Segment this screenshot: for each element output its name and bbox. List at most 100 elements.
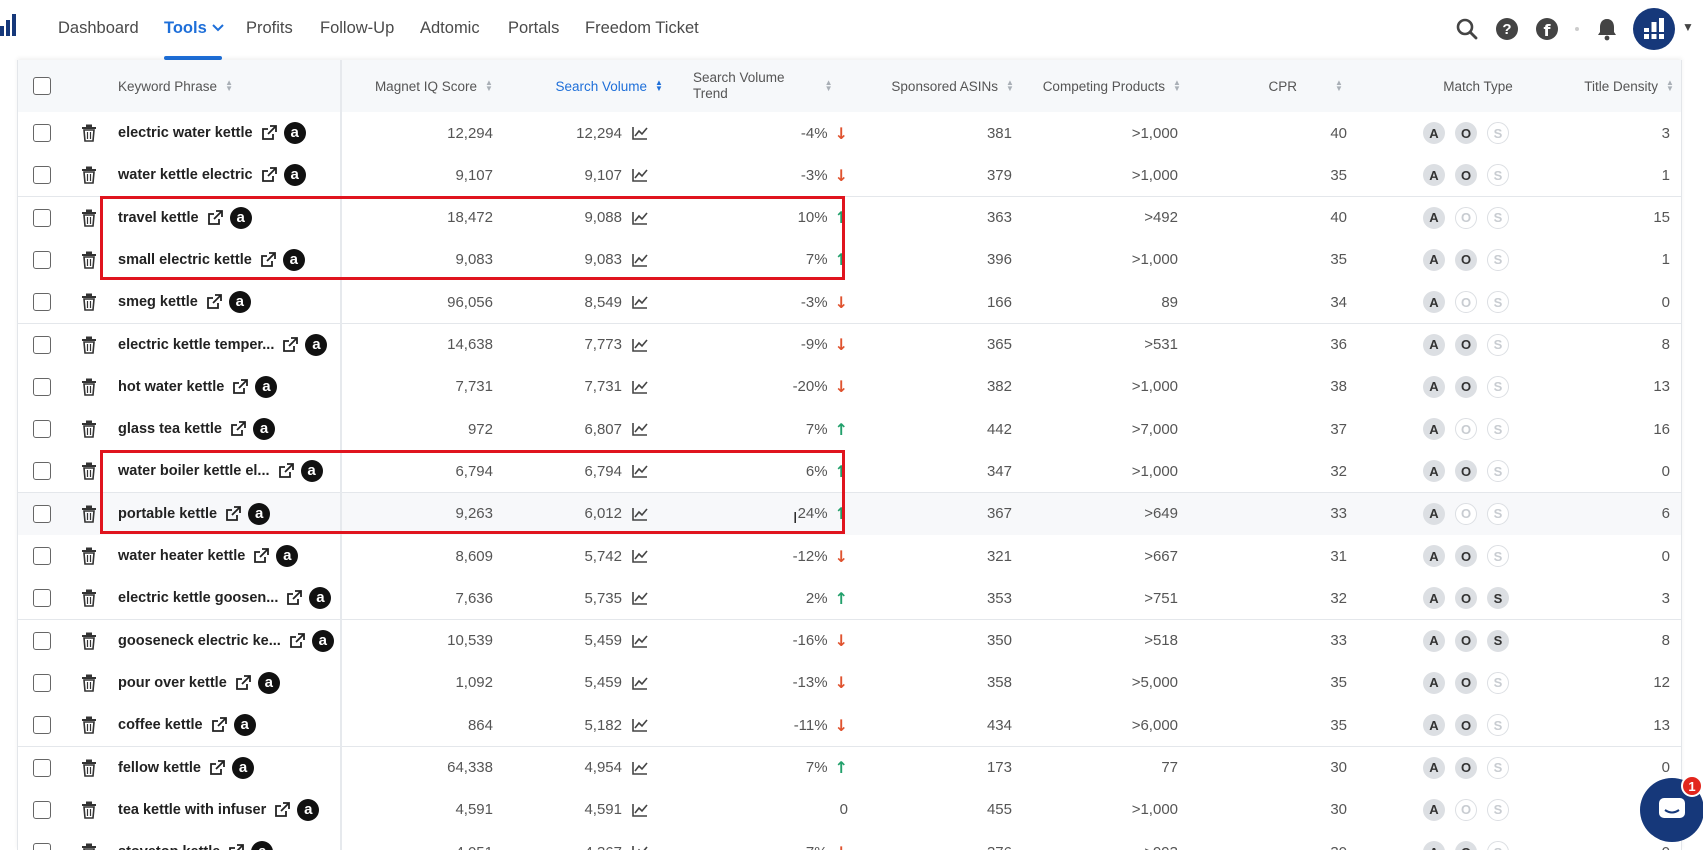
row-checkbox[interactable]	[33, 800, 51, 819]
keyword-phrase[interactable]: water heater kettle	[118, 548, 245, 564]
external-link-icon[interactable]	[274, 801, 291, 818]
external-link-icon[interactable]	[232, 378, 249, 395]
search-icon[interactable]	[1454, 16, 1480, 42]
external-link-icon[interactable]	[289, 632, 305, 649]
match-type-s-toggle[interactable]: S	[1487, 418, 1509, 441]
table-row[interactable]: portable kettle a 9,263 6,012 24% ↑ 367 >649 33 A…	[18, 492, 1681, 536]
row-checkbox[interactable]	[33, 547, 51, 565]
external-link-icon[interactable]	[261, 167, 277, 183]
row-checkbox[interactable]	[33, 462, 51, 481]
match-type-o-toggle[interactable]: O	[1455, 629, 1477, 652]
table-row[interactable]: gooseneck electric ke... a 10,539 5,459 -16%…	[18, 619, 1681, 663]
keyword-phrase[interactable]: electric kettle temper...	[118, 337, 274, 353]
match-type-s-toggle[interactable]: S	[1487, 629, 1509, 652]
match-type-a-toggle[interactable]: A	[1423, 291, 1445, 314]
row-checkbox[interactable]	[33, 124, 51, 142]
chart-line-icon[interactable]	[632, 549, 648, 563]
match-type-a-toggle[interactable]: A	[1423, 841, 1445, 850]
amazon-icon[interactable]: a	[252, 418, 275, 441]
match-type-a-toggle[interactable]: A	[1423, 418, 1445, 441]
match-type-a-toggle[interactable]: A	[1423, 122, 1445, 144]
row-checkbox[interactable]	[33, 250, 51, 269]
row-checkbox[interactable]	[33, 335, 51, 354]
amazon-icon[interactable]: a	[255, 375, 278, 398]
amazon-icon[interactable]: a	[232, 756, 254, 779]
keyword-phrase[interactable]: gooseneck electric ke...	[118, 633, 281, 649]
amazon-icon[interactable]: a	[311, 629, 334, 652]
amazon-icon[interactable]: a	[309, 587, 332, 610]
external-link-icon[interactable]	[209, 759, 225, 776]
chart-line-icon[interactable]	[632, 803, 648, 817]
table-row[interactable]: hot water kettle a 7,731 7,731 -20% ↓ 382 >1,00…	[18, 365, 1681, 409]
trash-icon[interactable]	[81, 378, 97, 396]
keyword-phrase[interactable]: glass tea kettle	[118, 421, 222, 437]
amazon-icon[interactable]: a	[228, 291, 251, 314]
amazon-icon[interactable]: a	[248, 502, 271, 525]
match-type-o-toggle[interactable]: O	[1455, 587, 1477, 610]
header-search-volume[interactable]: Search Volume ▲ ▼	[508, 60, 663, 112]
match-type-o-toggle[interactable]: O	[1455, 333, 1477, 356]
table-row[interactable]: water heater kettle a 8,609 5,742 -12% ↓ 321 >6…	[18, 535, 1681, 578]
keyword-phrase[interactable]: travel kettle	[118, 210, 199, 226]
row-checkbox[interactable]	[33, 504, 51, 523]
trash-icon[interactable]	[81, 209, 97, 227]
table-row[interactable]: coffee kettle a 864 5,182 -11% ↓ 434 >6,000 35 A O…	[18, 704, 1681, 748]
amazon-icon[interactable]: a	[276, 545, 299, 567]
table-row[interactable]: small electric kettle a 9,083 9,083 7% ↑ 396 >1…	[18, 238, 1681, 282]
trash-icon[interactable]	[81, 632, 97, 650]
table-row[interactable]: water kettle electric a 9,107 9,107 -3% ↓ 379 >…	[18, 154, 1681, 198]
match-type-a-toggle[interactable]: A	[1423, 375, 1445, 398]
match-type-s-toggle[interactable]: S	[1487, 545, 1509, 567]
row-checkbox[interactable]	[33, 293, 51, 312]
trash-icon[interactable]	[81, 293, 97, 311]
amazon-icon[interactable]: a	[229, 206, 252, 229]
row-checkbox[interactable]	[33, 589, 51, 608]
nav-item-freedom-ticket[interactable]: Freedom Ticket	[585, 18, 699, 38]
header-title-density[interactable]: Title Density ▲ ▼	[1548, 60, 1674, 112]
nav-item-tools[interactable]: Tools	[164, 18, 224, 38]
match-type-a-toggle[interactable]: A	[1423, 756, 1445, 779]
trash-icon[interactable]	[81, 251, 97, 269]
amazon-icon[interactable]: a	[233, 714, 256, 737]
amazon-icon[interactable]: a	[257, 671, 280, 694]
chart-line-icon[interactable]	[632, 718, 648, 732]
chart-line-icon[interactable]	[632, 591, 648, 606]
keyword-phrase[interactable]: coffee kettle	[118, 717, 203, 733]
external-link-icon[interactable]	[286, 590, 303, 606]
table-row[interactable]: electric kettle temper... a 14,638 7,773 -9%…	[18, 323, 1681, 367]
match-type-a-toggle[interactable]: A	[1423, 248, 1445, 271]
table-row[interactable]: fellow kettle a 64,338 4,954 7% ↑ 173 77 30 A O S 0	[18, 746, 1681, 790]
nav-item-profits[interactable]: Profits	[246, 18, 293, 38]
trash-icon[interactable]	[81, 124, 97, 142]
match-type-s-toggle[interactable]: S	[1487, 291, 1509, 314]
facebook-icon[interactable]: f	[1534, 16, 1560, 42]
match-type-s-toggle[interactable]: S	[1487, 756, 1509, 779]
amazon-icon[interactable]: a	[283, 164, 306, 187]
table-row[interactable]: pour over kettle a 1,092 5,459 -13% ↓ 358 >5,00…	[18, 661, 1681, 705]
table-row[interactable]: smeg kettle a 96,056 8,549 -3% ↓ 166 89 34 A O S 0	[18, 281, 1681, 325]
match-type-o-toggle[interactable]: O	[1455, 122, 1477, 144]
amazon-icon[interactable]: a	[282, 248, 305, 271]
keyword-phrase[interactable]: small electric kettle	[118, 252, 252, 268]
trash-icon[interactable]	[81, 166, 97, 185]
row-checkbox[interactable]	[33, 208, 51, 227]
header-cpr[interactable]: CPR ▲ ▼	[1198, 60, 1343, 112]
match-type-s-toggle[interactable]: S	[1487, 587, 1509, 610]
match-type-s-toggle[interactable]: S	[1487, 122, 1509, 144]
keyword-phrase[interactable]: electric water kettle	[118, 125, 253, 141]
external-link-icon[interactable]	[225, 505, 242, 522]
trash-icon[interactable]	[81, 505, 97, 523]
external-link-icon[interactable]	[282, 336, 299, 353]
row-checkbox[interactable]	[33, 377, 51, 396]
nav-item-portals[interactable]: Portals	[508, 18, 559, 38]
row-checkbox[interactable]	[33, 673, 51, 692]
match-type-o-toggle[interactable]: O	[1455, 671, 1477, 694]
keyword-phrase[interactable]: fellow kettle	[118, 760, 201, 776]
match-type-a-toggle[interactable]: A	[1423, 460, 1445, 483]
header-search-volume-trend[interactable]: Search Volume Trend ▲ ▼	[693, 60, 853, 112]
trash-icon[interactable]	[81, 420, 97, 438]
match-type-a-toggle[interactable]: A	[1423, 164, 1445, 187]
help-icon[interactable]: ?	[1494, 16, 1520, 42]
table-row[interactable]: stovetop kettle a 4,051 4,367 -7% ↓ 376 >993 30 A…	[18, 831, 1681, 850]
trash-icon[interactable]	[81, 336, 97, 354]
